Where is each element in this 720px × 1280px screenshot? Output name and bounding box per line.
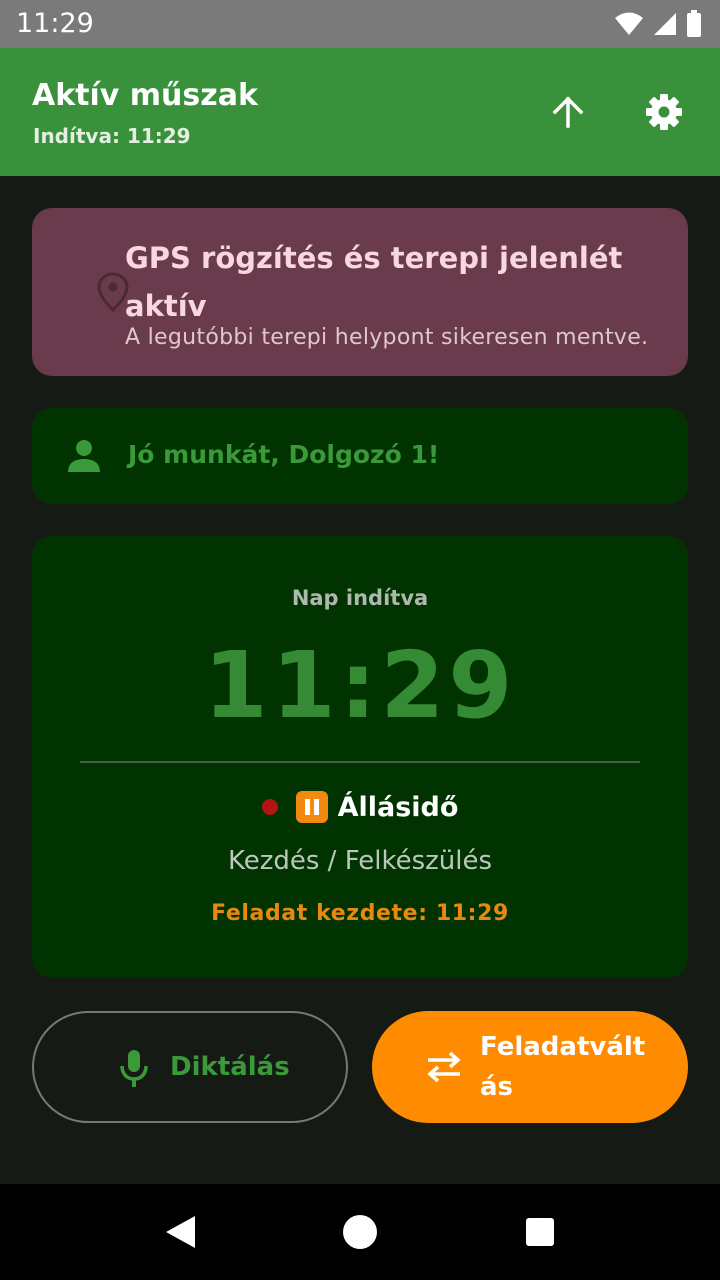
shift-started-subtitle: Indítva: 11:29 <box>33 124 191 148</box>
task-start-time: Feladat kezdete: 11:29 <box>211 901 509 926</box>
pause-icon <box>295 791 328 823</box>
status-time: 11:29 <box>16 8 94 39</box>
day-started-label: Nap indítva <box>291 586 429 610</box>
current-state-text: Állásidő <box>337 791 459 823</box>
status-icons <box>614 10 702 38</box>
greeting-card: Jó munkát, Dolgozó 1! <box>32 408 688 504</box>
task-switch-button[interactable]: Feladatváltás <box>372 1011 688 1123</box>
dictate-button[interactable]: Diktálás <box>32 1011 348 1123</box>
microphone-icon <box>120 1050 148 1087</box>
person-icon <box>68 440 100 472</box>
app-bar: Aktív műszak Indítva: 11:29 <box>0 48 720 176</box>
status-bar: 11:29 <box>0 0 720 48</box>
card-divider <box>80 761 640 763</box>
nav-home-button[interactable] <box>336 1208 384 1256</box>
page-title: Aktív műszak <box>32 78 258 113</box>
arrow-up-icon <box>552 96 584 128</box>
swap-arrows-icon <box>427 1051 461 1083</box>
recording-dot-icon <box>261 799 278 815</box>
current-state-row: Állásidő <box>32 791 688 823</box>
greeting-text: Jó munkát, Dolgozó 1! <box>128 440 440 469</box>
gps-status-title: GPS rögzítés és terepi jelenlét aktív <box>125 241 623 323</box>
signal-icon <box>654 13 676 35</box>
dictate-label: Diktálás <box>170 1052 290 1082</box>
back-triangle-icon <box>166 1216 195 1248</box>
gps-status-card: GPS rögzítés és terepi jelenlét aktív A … <box>32 208 688 376</box>
battery-icon <box>687 10 701 37</box>
upload-button[interactable] <box>544 88 592 136</box>
nav-recents-button[interactable] <box>516 1208 564 1256</box>
system-navigation-bar <box>0 1184 720 1280</box>
gear-icon <box>646 94 682 130</box>
recents-square-icon <box>526 1218 554 1246</box>
current-task: Kezdés / Felkészülés <box>227 846 493 876</box>
home-circle-icon <box>343 1215 377 1249</box>
nav-back-button[interactable] <box>156 1208 204 1256</box>
gps-status-subtitle: A legutóbbi terepi helypont sikeresen me… <box>125 325 649 350</box>
task-switch-label: Feladatváltás <box>480 1032 646 1102</box>
settings-button[interactable] <box>640 88 688 136</box>
shift-timer-card: Nap indítva 11:29 Állásidő Kezdés / Felk… <box>32 536 688 978</box>
wifi-icon <box>615 12 643 35</box>
shift-clock: 11:29 <box>203 632 517 739</box>
